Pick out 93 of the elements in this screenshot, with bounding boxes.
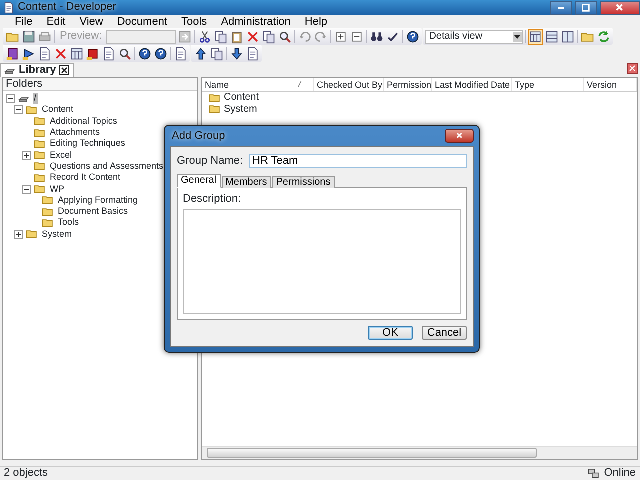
maximize-icon bbox=[581, 2, 591, 12]
tree-item[interactable]: Content bbox=[41, 104, 75, 116]
folder-icon bbox=[208, 92, 222, 104]
properties-help-button[interactable] bbox=[137, 46, 152, 62]
tree-item[interactable]: Attachments bbox=[49, 127, 102, 138]
field-label: Description: bbox=[183, 192, 242, 206]
app-icon bbox=[3, 2, 15, 14]
collapse-icon[interactable] bbox=[22, 184, 31, 194]
folder-icon bbox=[208, 103, 222, 116]
tree-item[interactable]: Editing Techniques bbox=[49, 138, 126, 150]
window-title: Content - Developer bbox=[18, 0, 118, 16]
tree-item[interactable]: WP bbox=[49, 184, 66, 195]
column-header[interactable]: Version bbox=[584, 78, 637, 91]
menu-item[interactable]: Edit bbox=[40, 16, 73, 28]
folder-icon bbox=[33, 115, 47, 128]
collapse-icon[interactable] bbox=[6, 94, 15, 104]
dialog-tab[interactable]: Members bbox=[222, 176, 272, 188]
close-icon bbox=[615, 2, 625, 12]
folder-icon bbox=[33, 126, 47, 139]
check-in-button[interactable] bbox=[193, 46, 208, 62]
tree-item[interactable]: Tools bbox=[57, 217, 80, 228]
folder-icon bbox=[41, 194, 55, 206]
tree-item[interactable]: Excel bbox=[49, 150, 74, 161]
column-header[interactable]: Permission bbox=[384, 78, 432, 91]
export-button[interactable] bbox=[245, 46, 260, 62]
import-button[interactable] bbox=[229, 46, 244, 62]
dialog-tab[interactable]: Permissions bbox=[272, 176, 335, 188]
columns-view-button[interactable] bbox=[560, 28, 576, 44]
page-button[interactable] bbox=[101, 46, 116, 62]
question-button[interactable] bbox=[153, 46, 168, 62]
close-button[interactable] bbox=[600, 0, 640, 14]
expand-icon[interactable] bbox=[14, 230, 23, 239]
menu-item[interactable]: File bbox=[8, 16, 40, 28]
minimize-icon bbox=[558, 6, 564, 8]
column-header[interactable]: Name bbox=[202, 78, 314, 91]
refresh-button[interactable] bbox=[596, 28, 612, 44]
tree-item[interactable]: Additional Topics bbox=[49, 116, 118, 127]
dialog-tab[interactable]: General bbox=[177, 174, 221, 188]
tree-item[interactable]: System bbox=[41, 228, 74, 240]
tree-item[interactable]: / bbox=[33, 93, 38, 104]
dialog-button[interactable]: Cancel bbox=[422, 326, 467, 340]
tree-item[interactable]: Applying Formatting bbox=[57, 194, 140, 206]
column-header[interactable]: Type bbox=[512, 78, 584, 91]
save-button[interactable] bbox=[21, 28, 36, 44]
view-dropdown[interactable]: Details view bbox=[425, 30, 524, 44]
dialog-title: Add Group bbox=[172, 128, 226, 144]
expand-icon[interactable] bbox=[22, 150, 31, 160]
menu-item[interactable]: Help bbox=[298, 16, 335, 28]
new-document-button[interactable] bbox=[5, 46, 20, 62]
description-field[interactable] bbox=[183, 209, 461, 314]
network-icon bbox=[587, 468, 602, 480]
library-tab[interactable]: Library bbox=[0, 63, 74, 77]
folder-icon bbox=[33, 160, 47, 172]
pane-header: Folders bbox=[3, 78, 197, 91]
column-header[interactable]: Checked Out By bbox=[314, 78, 384, 91]
menu-item[interactable]: View bbox=[72, 16, 110, 28]
rows-view-button[interactable] bbox=[544, 28, 560, 44]
caret-icon bbox=[513, 32, 522, 42]
new-page-button[interactable] bbox=[37, 46, 52, 62]
folder-icon bbox=[25, 228, 39, 240]
collapse-icon[interactable] bbox=[14, 105, 23, 114]
copy-button[interactable] bbox=[213, 28, 228, 44]
connection-status: Online bbox=[604, 466, 636, 480]
cut-button[interactable] bbox=[197, 28, 212, 44]
link-button[interactable] bbox=[173, 46, 188, 62]
menu-item[interactable]: Administration bbox=[214, 16, 298, 28]
field-label: Group Name: bbox=[177, 154, 244, 169]
details-view-button[interactable] bbox=[528, 28, 544, 44]
tree-item[interactable]: Document Basics bbox=[57, 206, 130, 218]
status-text: 2 objects bbox=[4, 466, 48, 480]
dialog-close-button[interactable] bbox=[445, 129, 474, 143]
folder-icon bbox=[33, 138, 47, 150]
help-button[interactable] bbox=[405, 28, 420, 44]
close-tab-button[interactable] bbox=[59, 65, 70, 76]
folder-icon bbox=[41, 206, 55, 218]
folder-icon bbox=[33, 183, 47, 196]
close-pane-button[interactable] bbox=[627, 63, 638, 74]
tree-item[interactable]: Questions and Assessments bbox=[49, 160, 165, 172]
folder-icon bbox=[33, 149, 47, 162]
folder-icon bbox=[25, 104, 39, 116]
menu-item[interactable]: Document bbox=[110, 16, 174, 28]
menu-item[interactable]: Tools bbox=[174, 16, 214, 28]
folder-icon bbox=[41, 216, 55, 229]
minimize-button[interactable] bbox=[550, 0, 572, 14]
folder-icon bbox=[33, 172, 47, 184]
column-header[interactable]: Last Modified Date bbox=[432, 78, 512, 91]
horizontal-scrollbar[interactable] bbox=[202, 446, 637, 459]
dialog-button[interactable]: OK bbox=[368, 326, 413, 340]
tree-item[interactable]: Record It Content bbox=[49, 172, 122, 184]
group-name-field[interactable]: HR Team bbox=[248, 154, 467, 168]
maximize-button[interactable] bbox=[575, 0, 597, 14]
preview-label: Preview: bbox=[59, 29, 104, 44]
close-icon bbox=[456, 132, 464, 140]
